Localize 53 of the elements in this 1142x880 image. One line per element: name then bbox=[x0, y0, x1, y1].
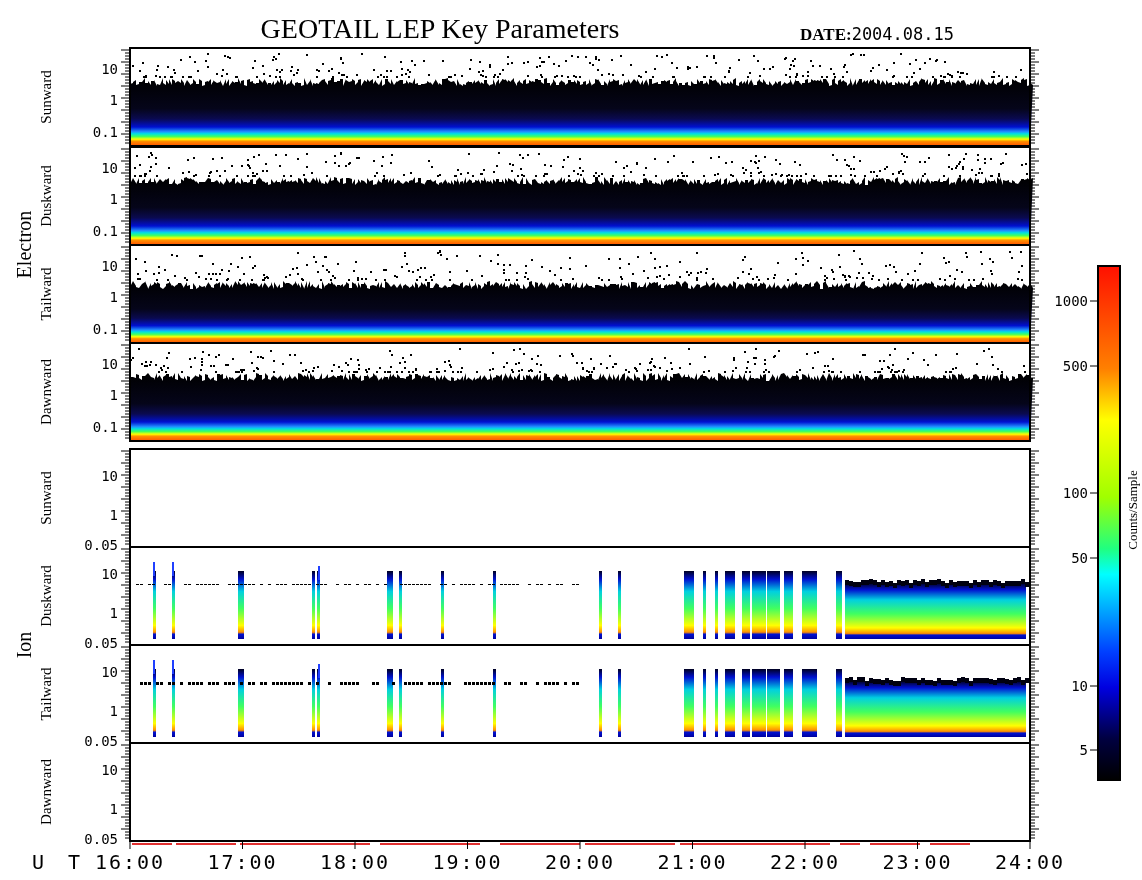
y-tick-label: 10 bbox=[101, 664, 118, 680]
direction-label: Duskward bbox=[38, 165, 54, 227]
x-tick-label: 21:00 bbox=[657, 850, 728, 874]
x-tick-label: 16:00 bbox=[94, 850, 166, 874]
colorbar-title: Counts/Sample bbox=[1125, 470, 1140, 550]
y-tick-label: 10 bbox=[101, 356, 118, 372]
colorbar-tick-label: 500 bbox=[1062, 358, 1088, 374]
colorbar-tick-label: 1000 bbox=[1054, 293, 1088, 309]
species-label: Electron bbox=[13, 210, 35, 279]
x-tick-label: 23:00 bbox=[882, 850, 953, 874]
y-tick-label: 0.1 bbox=[92, 223, 118, 239]
y-tick-label: 1 bbox=[109, 92, 118, 108]
y-tick-label: 10 bbox=[101, 160, 118, 176]
y-tick-label: 1 bbox=[109, 191, 118, 207]
direction-label: Sunward bbox=[38, 70, 54, 124]
y-tick-label: 0.1 bbox=[92, 419, 118, 435]
y-tick-label: 1 bbox=[109, 605, 118, 621]
y-tick-label: 1 bbox=[109, 703, 118, 719]
y-tick-label: 10 bbox=[101, 566, 118, 582]
x-tick-label: 18:00 bbox=[319, 850, 391, 874]
date-label: DATE:2004.08.15 bbox=[800, 24, 954, 44]
direction-label: Tailward bbox=[38, 667, 54, 721]
x-tick-label: 17:00 bbox=[207, 850, 278, 874]
y-tick-label: 10 bbox=[101, 762, 118, 778]
colorbar-tick-label: 10 bbox=[1071, 678, 1088, 694]
y-tick-label: 10 bbox=[101, 61, 118, 77]
x-tick-label: 24:00 bbox=[994, 850, 1066, 874]
y-tick-label: 10 bbox=[101, 258, 118, 274]
direction-label: Tailward bbox=[38, 267, 54, 321]
colorbar-tick-label: 5 bbox=[1079, 742, 1088, 758]
y-tick-label: 10 bbox=[101, 468, 118, 484]
y-tick-label: 1 bbox=[109, 801, 118, 817]
colorbar-tick-label: 50 bbox=[1071, 550, 1088, 566]
y-tick-label: 0.1 bbox=[92, 321, 118, 337]
x-tick-label: 22:00 bbox=[769, 850, 841, 874]
y-tick-label: 0.05 bbox=[84, 537, 118, 553]
direction-label: Duskward bbox=[38, 565, 54, 627]
y-tick-label: 0.05 bbox=[84, 635, 118, 651]
y-tick-label: 1 bbox=[109, 507, 118, 523]
species-label: Ion bbox=[13, 631, 35, 659]
x-tick-label: 19:00 bbox=[432, 850, 503, 874]
direction-label: Sunward bbox=[38, 471, 54, 525]
direction-label: Dawnward bbox=[38, 359, 54, 425]
plot-title: GEOTAIL LEP Key Parameters bbox=[260, 13, 620, 44]
colorbar-tick-label: 100 bbox=[1062, 485, 1088, 501]
x-tick-label: 20:00 bbox=[544, 850, 616, 874]
time-axis-label: U T bbox=[32, 850, 87, 874]
y-tick-label: 0.05 bbox=[84, 733, 118, 749]
y-tick-label: 1 bbox=[109, 387, 118, 403]
y-tick-label: 0.1 bbox=[92, 124, 118, 140]
y-tick-label: 0.05 bbox=[84, 831, 118, 847]
direction-label: Dawnward bbox=[38, 759, 54, 825]
y-tick-label: 1 bbox=[109, 289, 118, 305]
